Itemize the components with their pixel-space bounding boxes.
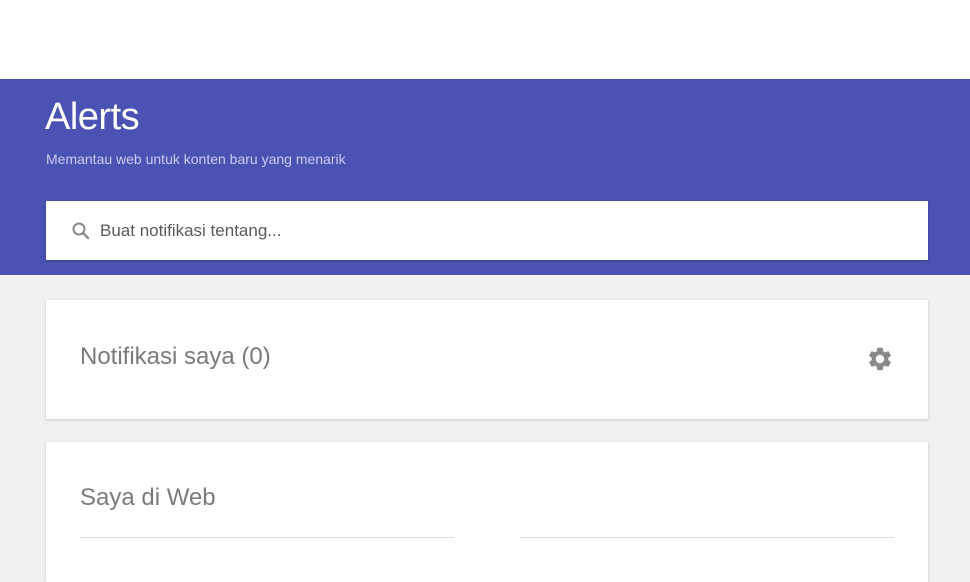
me-on-web-card: Saya di Web (46, 442, 928, 582)
page-subtitle: Memantau web untuk konten baru yang mena… (46, 151, 346, 167)
my-alerts-count: (0) (241, 343, 271, 370)
my-alerts-label: Notifikasi saya (80, 343, 235, 370)
top-bar (0, 0, 970, 79)
divider (520, 537, 894, 538)
search-icon (70, 220, 92, 242)
gear-icon[interactable] (866, 345, 894, 373)
my-alerts-title: Notifikasi saya (0) (80, 343, 271, 371)
me-on-web-title: Saya di Web (80, 484, 216, 511)
my-alerts-card: Notifikasi saya (0) (46, 300, 928, 419)
page-title: Alerts (45, 96, 140, 138)
divider (80, 537, 454, 538)
search-input[interactable] (98, 212, 880, 249)
search-box[interactable] (46, 201, 928, 260)
